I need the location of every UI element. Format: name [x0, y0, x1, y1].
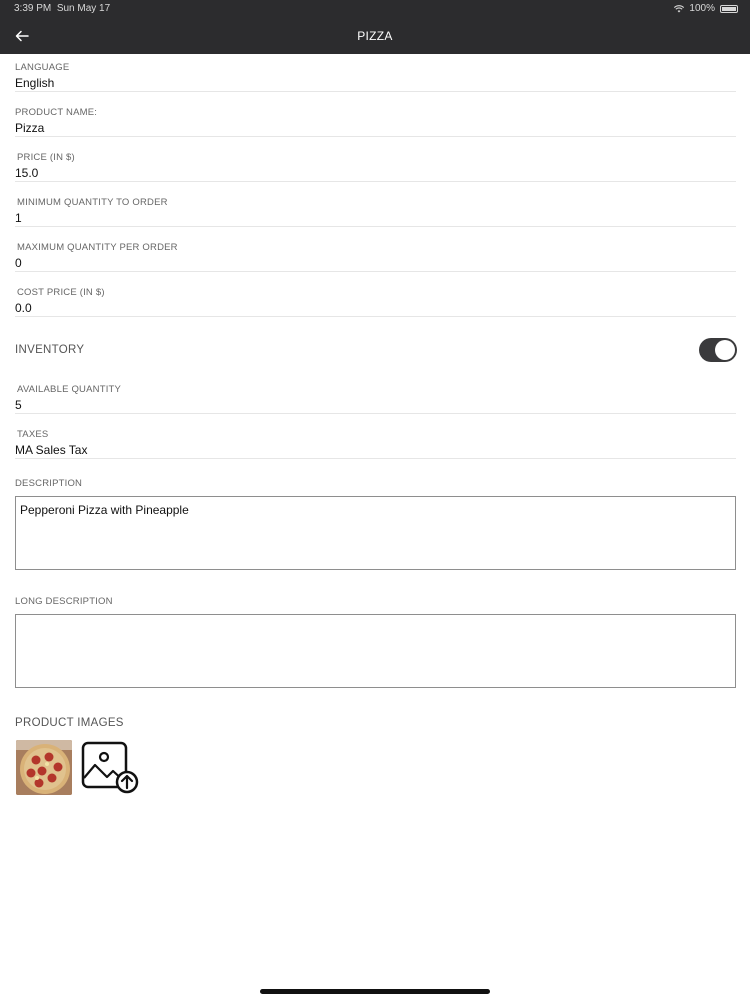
status-time: 3:39 PM	[14, 3, 52, 14]
taxes-label: TAXES	[17, 429, 49, 440]
available-quantity-input[interactable]: 5	[15, 398, 22, 412]
min-quantity-label: MINIMUM QUANTITY TO ORDER	[17, 197, 168, 208]
taxes-select[interactable]: MA Sales Tax	[15, 443, 87, 457]
product-images-label: PRODUCT IMAGES	[15, 717, 124, 729]
available-quantity-field[interactable]: AVAILABLE QUANTITY 5	[15, 382, 736, 414]
min-quantity-input[interactable]: 1	[15, 211, 22, 225]
nav-bar: PIZZA	[0, 18, 750, 54]
inventory-label: INVENTORY	[15, 344, 85, 356]
product-image-thumbnail[interactable]	[16, 740, 72, 795]
max-quantity-label: MAXIMUM QUANTITY PER ORDER	[17, 242, 178, 253]
cost-price-field[interactable]: COST PRICE (IN $) 0.0	[15, 285, 736, 317]
description-label: DESCRIPTION	[15, 478, 83, 489]
price-input[interactable]: 15.0	[15, 166, 38, 180]
price-field[interactable]: PRICE (IN $) 15.0	[15, 150, 736, 182]
status-date: Sun May 17	[56, 3, 111, 14]
status-bar: 3:39 PM Sun May 17 100%	[0, 0, 750, 18]
language-value[interactable]: English	[15, 76, 54, 90]
battery-icon	[720, 4, 738, 13]
long-description-label: LONG DESCRIPTION	[15, 596, 113, 607]
product-name-label: PRODUCT NAME:	[15, 107, 98, 118]
status-indicators: 100%	[674, 3, 738, 14]
price-label: PRICE (IN $)	[17, 152, 75, 163]
taxes-field[interactable]: TAXES MA Sales Tax	[15, 427, 736, 459]
cost-price-input[interactable]: 0.0	[15, 301, 32, 315]
image-upload-icon	[81, 741, 139, 794]
toggle-knob	[715, 340, 735, 360]
add-image-button[interactable]	[80, 740, 140, 796]
language-label: LANGUAGE	[15, 62, 70, 73]
max-quantity-input[interactable]: 0	[15, 256, 22, 270]
page-title: PIZZA	[357, 29, 393, 43]
pizza-photo	[16, 740, 72, 795]
home-indicator	[260, 989, 490, 994]
product-name-input[interactable]: Pizza	[15, 121, 44, 135]
description-textarea[interactable]: Pepperoni Pizza with Pineapple	[15, 496, 736, 570]
wifi-icon	[674, 4, 685, 12]
inventory-toggle[interactable]	[699, 338, 737, 362]
product-name-field[interactable]: PRODUCT NAME: Pizza	[15, 105, 736, 137]
status-time-date: 3:39 PM Sun May 17	[14, 3, 110, 14]
language-field[interactable]: LANGUAGE English	[15, 60, 736, 92]
cost-price-label: COST PRICE (IN $)	[17, 287, 105, 298]
max-quantity-field[interactable]: MAXIMUM QUANTITY PER ORDER 0	[15, 240, 736, 272]
min-quantity-field[interactable]: MINIMUM QUANTITY TO ORDER 1	[15, 195, 736, 227]
battery-percent: 100%	[689, 3, 715, 14]
long-description-textarea[interactable]	[15, 614, 736, 688]
available-quantity-label: AVAILABLE QUANTITY	[17, 384, 122, 395]
